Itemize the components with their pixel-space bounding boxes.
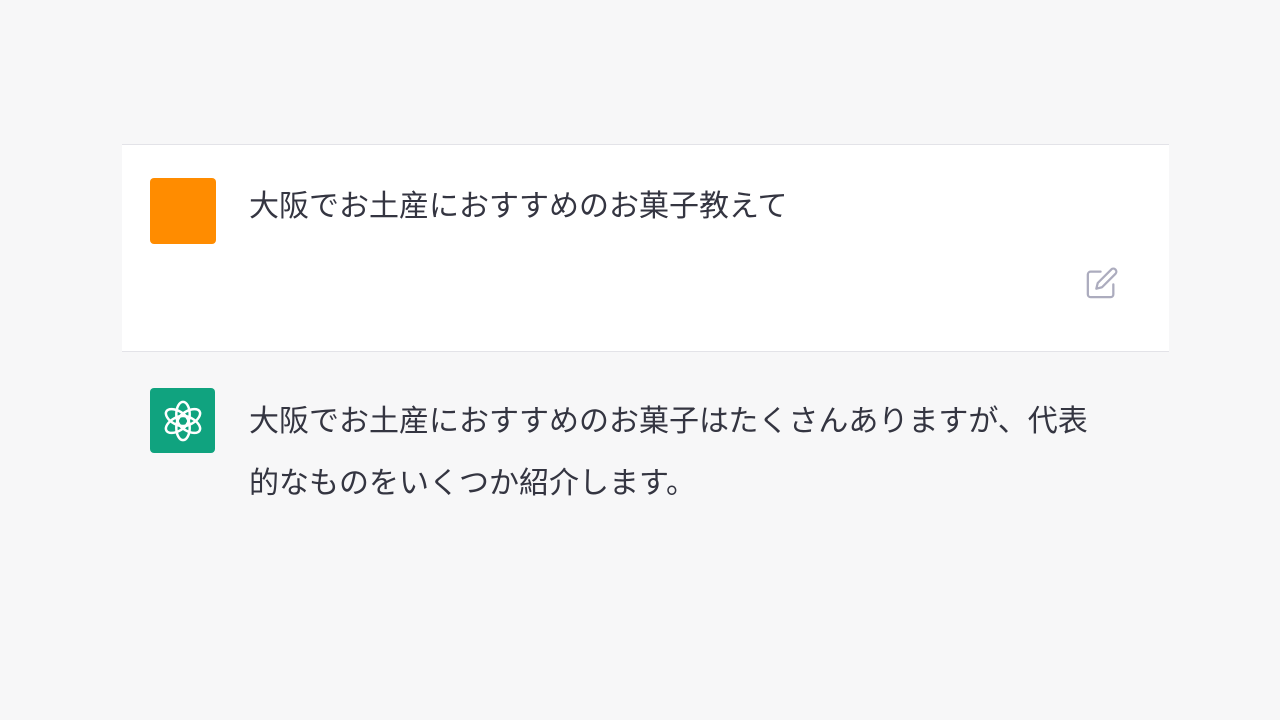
chat-page: 大阪でお土産におすすめのお菓子教えて 大阪でお土産におすすめのお菓子はたくさんあ…: [0, 0, 1280, 720]
openai-logo-icon: [164, 400, 201, 441]
user-message-row: 大阪でお土産におすすめのお菓子教えて: [122, 144, 1169, 352]
assistant-avatar: [150, 388, 215, 453]
user-message-text: 大阪でお土産におすすめのお菓子教えて: [249, 189, 788, 224]
edit-message-button[interactable]: [1084, 265, 1120, 301]
assistant-message-row: 大阪でお土産におすすめのお菓子はたくさんありますが、代表的なものをいくつか紹介し…: [122, 353, 1169, 533]
assistant-message-text: 大阪でお土産におすすめのお菓子はたくさんありますが、代表的なものをいくつか紹介し…: [249, 404, 1088, 501]
user-avatar: [150, 178, 216, 244]
edit-icon: [1086, 267, 1118, 299]
